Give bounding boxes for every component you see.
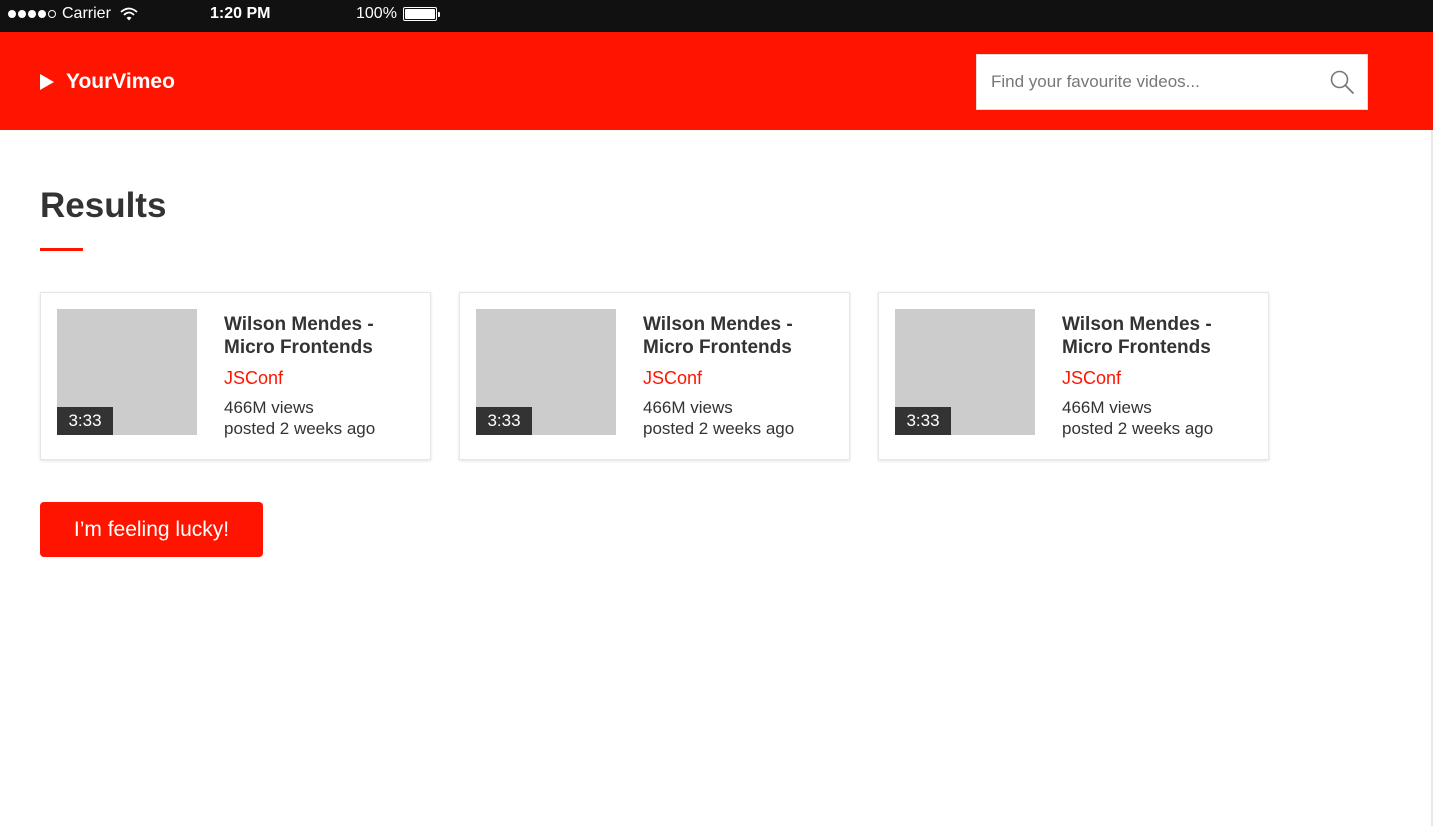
signal-strength-icon xyxy=(8,10,56,18)
carrier-label: Carrier xyxy=(62,5,111,22)
video-info: Wilson Mendes - Micro Frontends JSConf 4… xyxy=(643,313,838,439)
status-time: 1:20 PM xyxy=(210,5,271,22)
view-count: 466M views xyxy=(643,398,733,417)
video-card[interactable]: 3:33 Wilson Mendes - Micro Frontends JSC… xyxy=(878,292,1269,460)
search-box xyxy=(976,54,1368,110)
posted-date: posted 2 weeks ago xyxy=(224,419,376,438)
duration-badge: 3:33 xyxy=(57,407,113,435)
channel-link[interactable]: JSConf xyxy=(1062,367,1257,389)
status-bar-left: Carrier xyxy=(8,5,138,23)
video-title[interactable]: Wilson Mendes - Micro Frontends xyxy=(643,313,838,359)
page-title: Results xyxy=(40,186,167,225)
posted-date: posted 2 weeks ago xyxy=(643,419,795,438)
duration-badge: 3:33 xyxy=(895,407,951,435)
app-header: YourVimeo xyxy=(0,32,1433,130)
video-info: Wilson Mendes - Micro Frontends JSConf 4… xyxy=(224,313,419,439)
results-list: 3:33 Wilson Mendes - Micro Frontends JSC… xyxy=(40,292,1269,460)
view-count: 466M views xyxy=(224,398,314,417)
video-card[interactable]: 3:33 Wilson Mendes - Micro Frontends JSC… xyxy=(40,292,431,460)
wifi-icon xyxy=(120,7,138,21)
brand-name: YourVimeo xyxy=(66,70,175,93)
search-icon[interactable] xyxy=(1329,69,1355,95)
video-thumbnail[interactable]: 3:33 xyxy=(476,309,616,435)
video-title[interactable]: Wilson Mendes - Micro Frontends xyxy=(1062,313,1257,359)
play-icon xyxy=(40,74,54,90)
status-bar: Carrier 1:20 PM 100% xyxy=(0,0,1433,32)
posted-date: posted 2 weeks ago xyxy=(1062,419,1214,438)
video-title[interactable]: Wilson Mendes - Micro Frontends xyxy=(224,313,419,359)
title-underline xyxy=(40,248,83,251)
search-input[interactable] xyxy=(977,72,1329,92)
video-card[interactable]: 3:33 Wilson Mendes - Micro Frontends JSC… xyxy=(459,292,850,460)
video-info: Wilson Mendes - Micro Frontends JSConf 4… xyxy=(1062,313,1257,439)
video-thumbnail[interactable]: 3:33 xyxy=(895,309,1035,435)
duration-badge: 3:33 xyxy=(476,407,532,435)
channel-link[interactable]: JSConf xyxy=(224,367,419,389)
battery-percent: 100% xyxy=(356,5,397,22)
battery-icon xyxy=(402,7,440,21)
channel-link[interactable]: JSConf xyxy=(643,367,838,389)
view-count: 466M views xyxy=(1062,398,1152,417)
feeling-lucky-button[interactable]: I’m feeling lucky! xyxy=(40,502,263,557)
battery-status: 100% xyxy=(356,5,440,23)
brand-logo[interactable]: YourVimeo xyxy=(40,70,175,94)
video-thumbnail[interactable]: 3:33 xyxy=(57,309,197,435)
